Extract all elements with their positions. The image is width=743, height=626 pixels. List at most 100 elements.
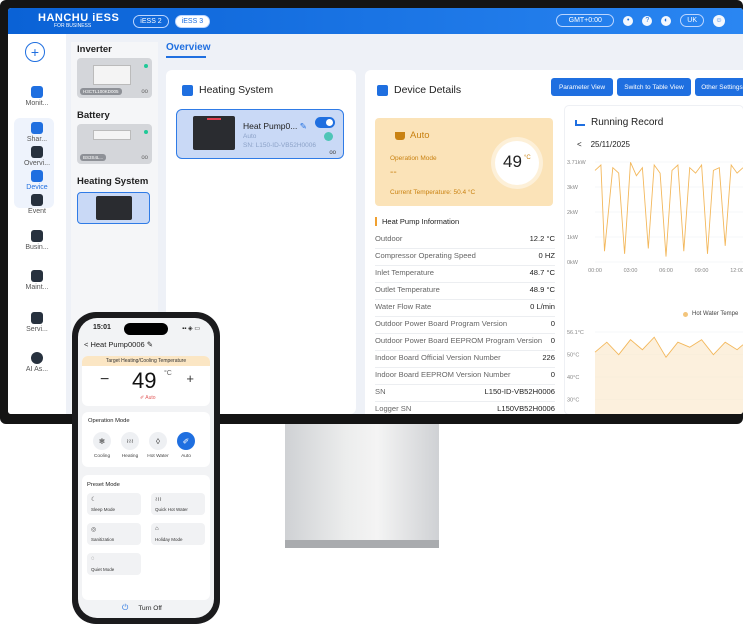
monitor-icon: [31, 86, 43, 98]
online-dot: [144, 64, 148, 68]
nav-item-event[interactable]: Event: [8, 194, 66, 215]
decrease-button[interactable]: −: [100, 371, 109, 389]
date-selector[interactable]: < 25/11/2025: [577, 140, 630, 149]
battery-thumb[interactable]: BS3S4L... oo: [77, 124, 152, 164]
prev-date-icon[interactable]: <: [577, 140, 582, 149]
increase-button[interactable]: +: [186, 371, 194, 386]
setpoint-value: 49: [503, 152, 522, 171]
preset-quick-hot-water[interactable]: ≀≀≀ Quick Hot Water: [151, 493, 205, 515]
x-tick-label: 12:00: [730, 268, 743, 274]
add-icon[interactable]: +: [25, 42, 45, 62]
info-key: Outdoor: [375, 234, 403, 243]
tab-overview[interactable]: Overview: [166, 42, 210, 53]
heat-pump-image: [193, 116, 235, 150]
info-row: Outdoor 12.2 °C: [375, 234, 555, 246]
phone-header[interactable]: < Heat Pump0006 ✎: [84, 340, 153, 349]
maintenance-icon: [31, 270, 43, 282]
nav-label: Overvi...: [23, 160, 51, 167]
language-select[interactable]: UK: [680, 14, 704, 27]
info-value: 0: [550, 370, 555, 379]
nav-label: Shar...: [26, 136, 48, 143]
operation-mode-title: Operation Mode: [88, 418, 130, 424]
info-value: 48.9 °C: [529, 285, 555, 294]
table-view-button[interactable]: Switch to Table View: [617, 78, 691, 96]
info-row: Indoor Board EEPROM Version Number 0: [375, 370, 555, 382]
nav-item-business[interactable]: Busin...: [8, 230, 66, 251]
heat-pump-card[interactable]: Heat Pump0... ✎ Auto SN: L150-ID-VB52H00…: [176, 109, 344, 159]
info-row: Inlet Temperature 48.7 °C: [375, 268, 555, 280]
grid-icon: [31, 146, 43, 158]
preset-label: Sanitization: [91, 537, 115, 542]
info-key: Water Flow Rate: [375, 302, 432, 311]
timezone-select[interactable]: GMT+0:00: [556, 14, 615, 27]
auto-icon[interactable]: ✐: [177, 432, 195, 450]
auto-label: Auto: [395, 130, 430, 141]
stand-base-edge: [285, 540, 439, 548]
nav-item-ai-assistant[interactable]: AI As...: [8, 352, 66, 373]
info-key: Indoor Board EEPROM Version Number: [375, 370, 511, 379]
heating-thumb[interactable]: [77, 192, 150, 224]
theme-icon[interactable]: ◐: [661, 15, 672, 26]
info-row: Outdoor Power Board Program Version 0: [375, 319, 555, 331]
help-icon[interactable]: ?: [642, 15, 653, 26]
preset-label: Quick Hot Water: [155, 507, 188, 512]
edit-icon[interactable]: ✎: [300, 121, 307, 131]
y-tick-label: 30°C: [567, 398, 579, 404]
target-temp-card: Target Heating/Cooling Temperature − 49 …: [82, 356, 210, 406]
target-temp-value: 49: [132, 368, 157, 393]
preset-holiday[interactable]: ⌂ Holiday Mode: [151, 523, 205, 545]
other-settings-button[interactable]: Other Settings: [695, 78, 743, 96]
y-tick-label: 3.71kW: [567, 160, 586, 166]
share-icon: [31, 122, 43, 134]
details-title: Device Details: [377, 84, 461, 96]
power-icon: ⏻: [122, 603, 129, 612]
brand-logo[interactable]: HANCHU iESS FOR BUSINESS: [38, 13, 119, 29]
panel-title: Heating System: [182, 84, 273, 96]
row-divider: [375, 350, 555, 351]
bell-icon[interactable]: •: [623, 15, 634, 26]
setpoint-dial: 49 °C: [495, 141, 539, 185]
preset-quiet[interactable]: ◌ Quiet Mode: [87, 553, 141, 575]
power-toggle[interactable]: [315, 117, 335, 128]
preset-mode-title: Preset Mode: [87, 482, 120, 488]
chart-bar-icon: [182, 84, 193, 96]
nav-item-service[interactable]: Servi...: [8, 312, 66, 333]
iess2-pill[interactable]: iESS 2: [133, 14, 169, 28]
auto-label-text: Auto: [410, 130, 430, 141]
product-hero: HANCHU iESS FOR BUSINESS iESS 2 iESS 3 G…: [0, 0, 743, 626]
more-icon[interactable]: oo: [141, 89, 148, 95]
nav-item-monitor[interactable]: Monit...: [8, 86, 66, 107]
device-sn: SN: L150-ID-VB52H0006: [243, 142, 316, 149]
heating-heading: Heating System: [77, 176, 149, 187]
nav-label: Maint...: [25, 284, 49, 291]
chart-bar-icon: [377, 84, 388, 96]
nav-item-overview[interactable]: Overvi...: [8, 146, 66, 167]
inverter-thumb[interactable]: H3CTL100KD005 oo: [77, 58, 152, 98]
hot-water-icon[interactable]: ◊: [149, 432, 167, 450]
more-icon[interactable]: oo: [141, 155, 148, 161]
nav-item-share[interactable]: Shar...: [8, 122, 66, 143]
info-row: Water Flow Rate 0 L/min: [375, 302, 555, 314]
iess3-pill[interactable]: iESS 3: [174, 14, 211, 28]
cooling-icon[interactable]: ❄: [93, 432, 111, 450]
layers-icon: [31, 170, 43, 182]
phone-screen: 15:01 ▪▪ ◈ ▭ < Heat Pump0006 ✎ Target He…: [78, 318, 214, 618]
line-chart-icon: [575, 119, 585, 126]
preset-sleep[interactable]: ☾ Sleep Mode: [87, 493, 141, 515]
preset-sanitization[interactable]: ◎ Sanitization: [87, 523, 141, 545]
cup-icon: [395, 131, 405, 140]
nav-item-maintenance[interactable]: Maint...: [8, 270, 66, 291]
info-key: Outdoor Power Board Program Version: [375, 319, 508, 328]
nav-label: Device: [26, 184, 48, 191]
x-tick-label: 09:00: [695, 268, 709, 274]
more-icon[interactable]: oo: [329, 150, 336, 156]
legend-dot: [683, 311, 688, 317]
info-value: 0: [550, 319, 555, 328]
turn-off-button[interactable]: ⏻ Turn Off: [122, 603, 162, 613]
heating-icon[interactable]: ≀≀≀: [121, 432, 139, 450]
user-avatar-icon[interactable]: ☺: [713, 14, 725, 27]
info-value: 0 L/min: [530, 302, 555, 311]
nav-item-device[interactable]: Device: [8, 170, 66, 191]
parameter-view-button[interactable]: Parameter View: [551, 78, 613, 96]
battery-tag: BS3S4L...: [80, 154, 107, 161]
